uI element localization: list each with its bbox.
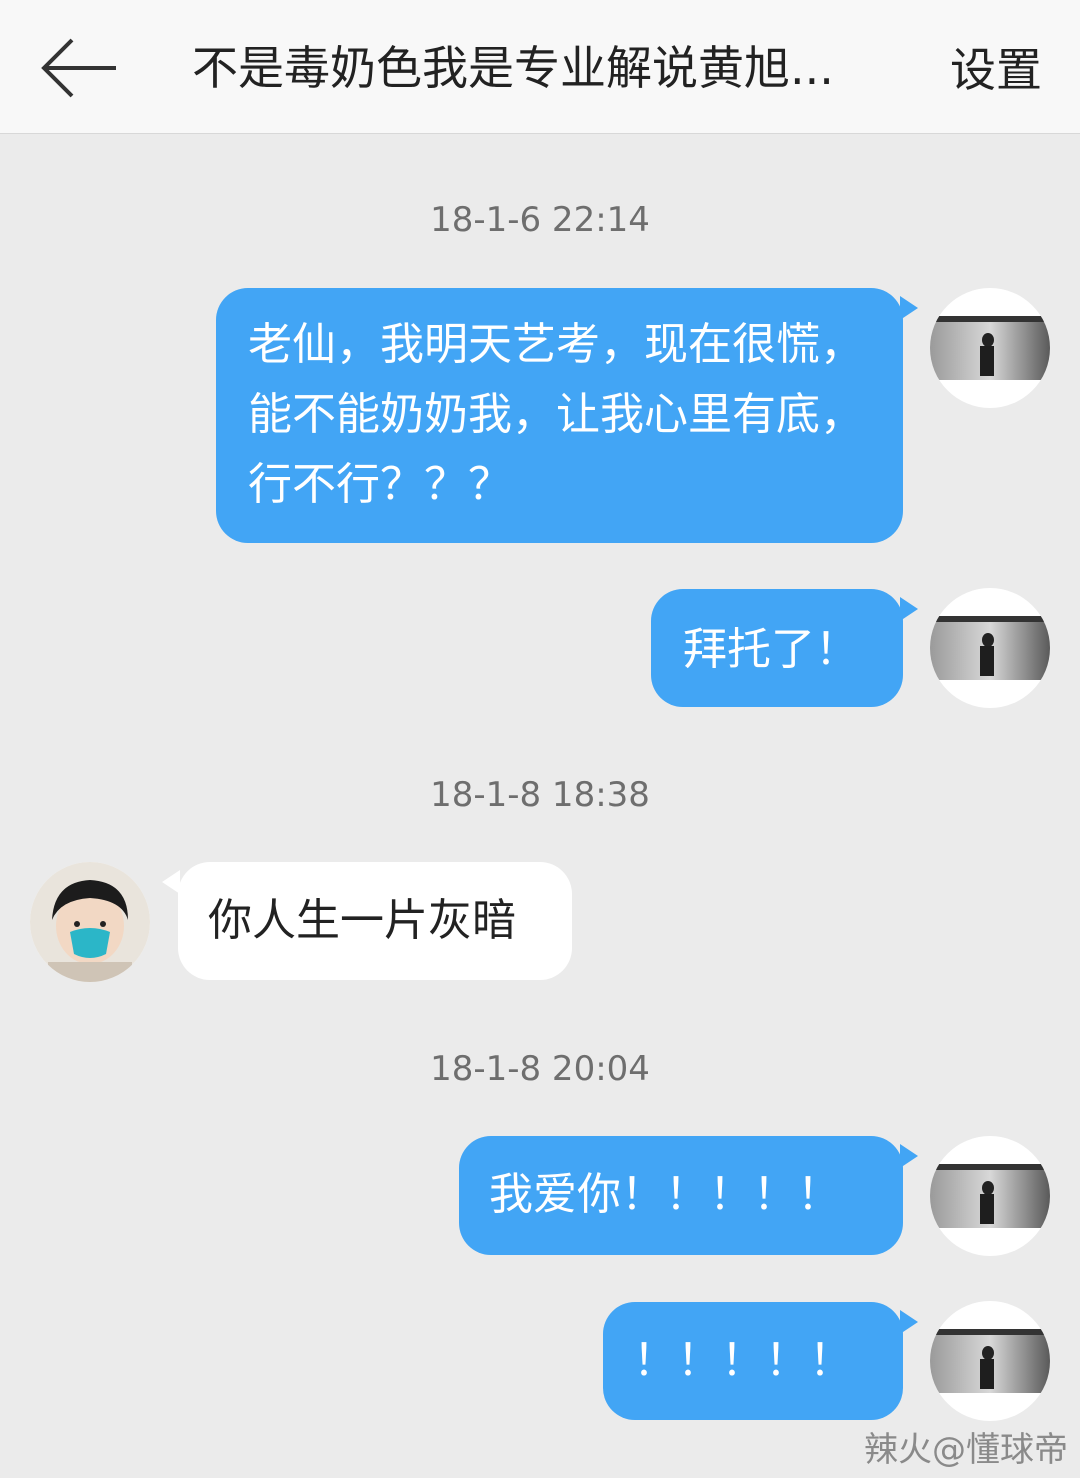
chat-title: 不是毒奶色我是专业解说黄旭... [192,41,834,95]
back-button[interactable] [38,34,122,102]
my-avatar[interactable] [930,588,1050,708]
settings-button[interactable]: 设置 [950,38,1042,102]
my-avatar[interactable] [930,1301,1050,1421]
avatar-image [30,862,150,982]
my-avatar[interactable] [930,1136,1050,1256]
bubble-tail [900,1144,918,1168]
timestamp: 18-1-8 18:38 [430,775,650,815]
outgoing-message[interactable]: 老仙，我明天艺考，现在很慌，能不能奶奶我，让我心里有底，行不行？？？ [216,288,903,543]
outgoing-message[interactable]: 拜托了！ [651,589,903,707]
bubble-tail [900,296,918,320]
timestamp: 18-1-6 22:14 [430,200,650,240]
top-bar: 不是毒奶色我是专业解说黄旭... 设置 [0,0,1080,134]
avatar-image [930,316,1050,380]
bubble-tail [900,1310,918,1334]
watermark: 辣火@懂球帝 [864,1430,1068,1470]
avatar-image [930,616,1050,680]
my-avatar[interactable] [930,288,1050,408]
outgoing-message[interactable]: ！！！！！ [603,1302,903,1420]
timestamp: 18-1-8 20:04 [430,1049,650,1089]
back-arrow-icon [41,38,116,98]
avatar-image [930,1164,1050,1228]
incoming-message[interactable]: 你人生一片灰暗 [178,862,572,980]
bubble-tail [900,597,918,621]
outgoing-message[interactable]: 我爱你！！！！！ [459,1136,903,1255]
avatar-image [930,1329,1050,1393]
friend-avatar[interactable] [30,862,150,982]
